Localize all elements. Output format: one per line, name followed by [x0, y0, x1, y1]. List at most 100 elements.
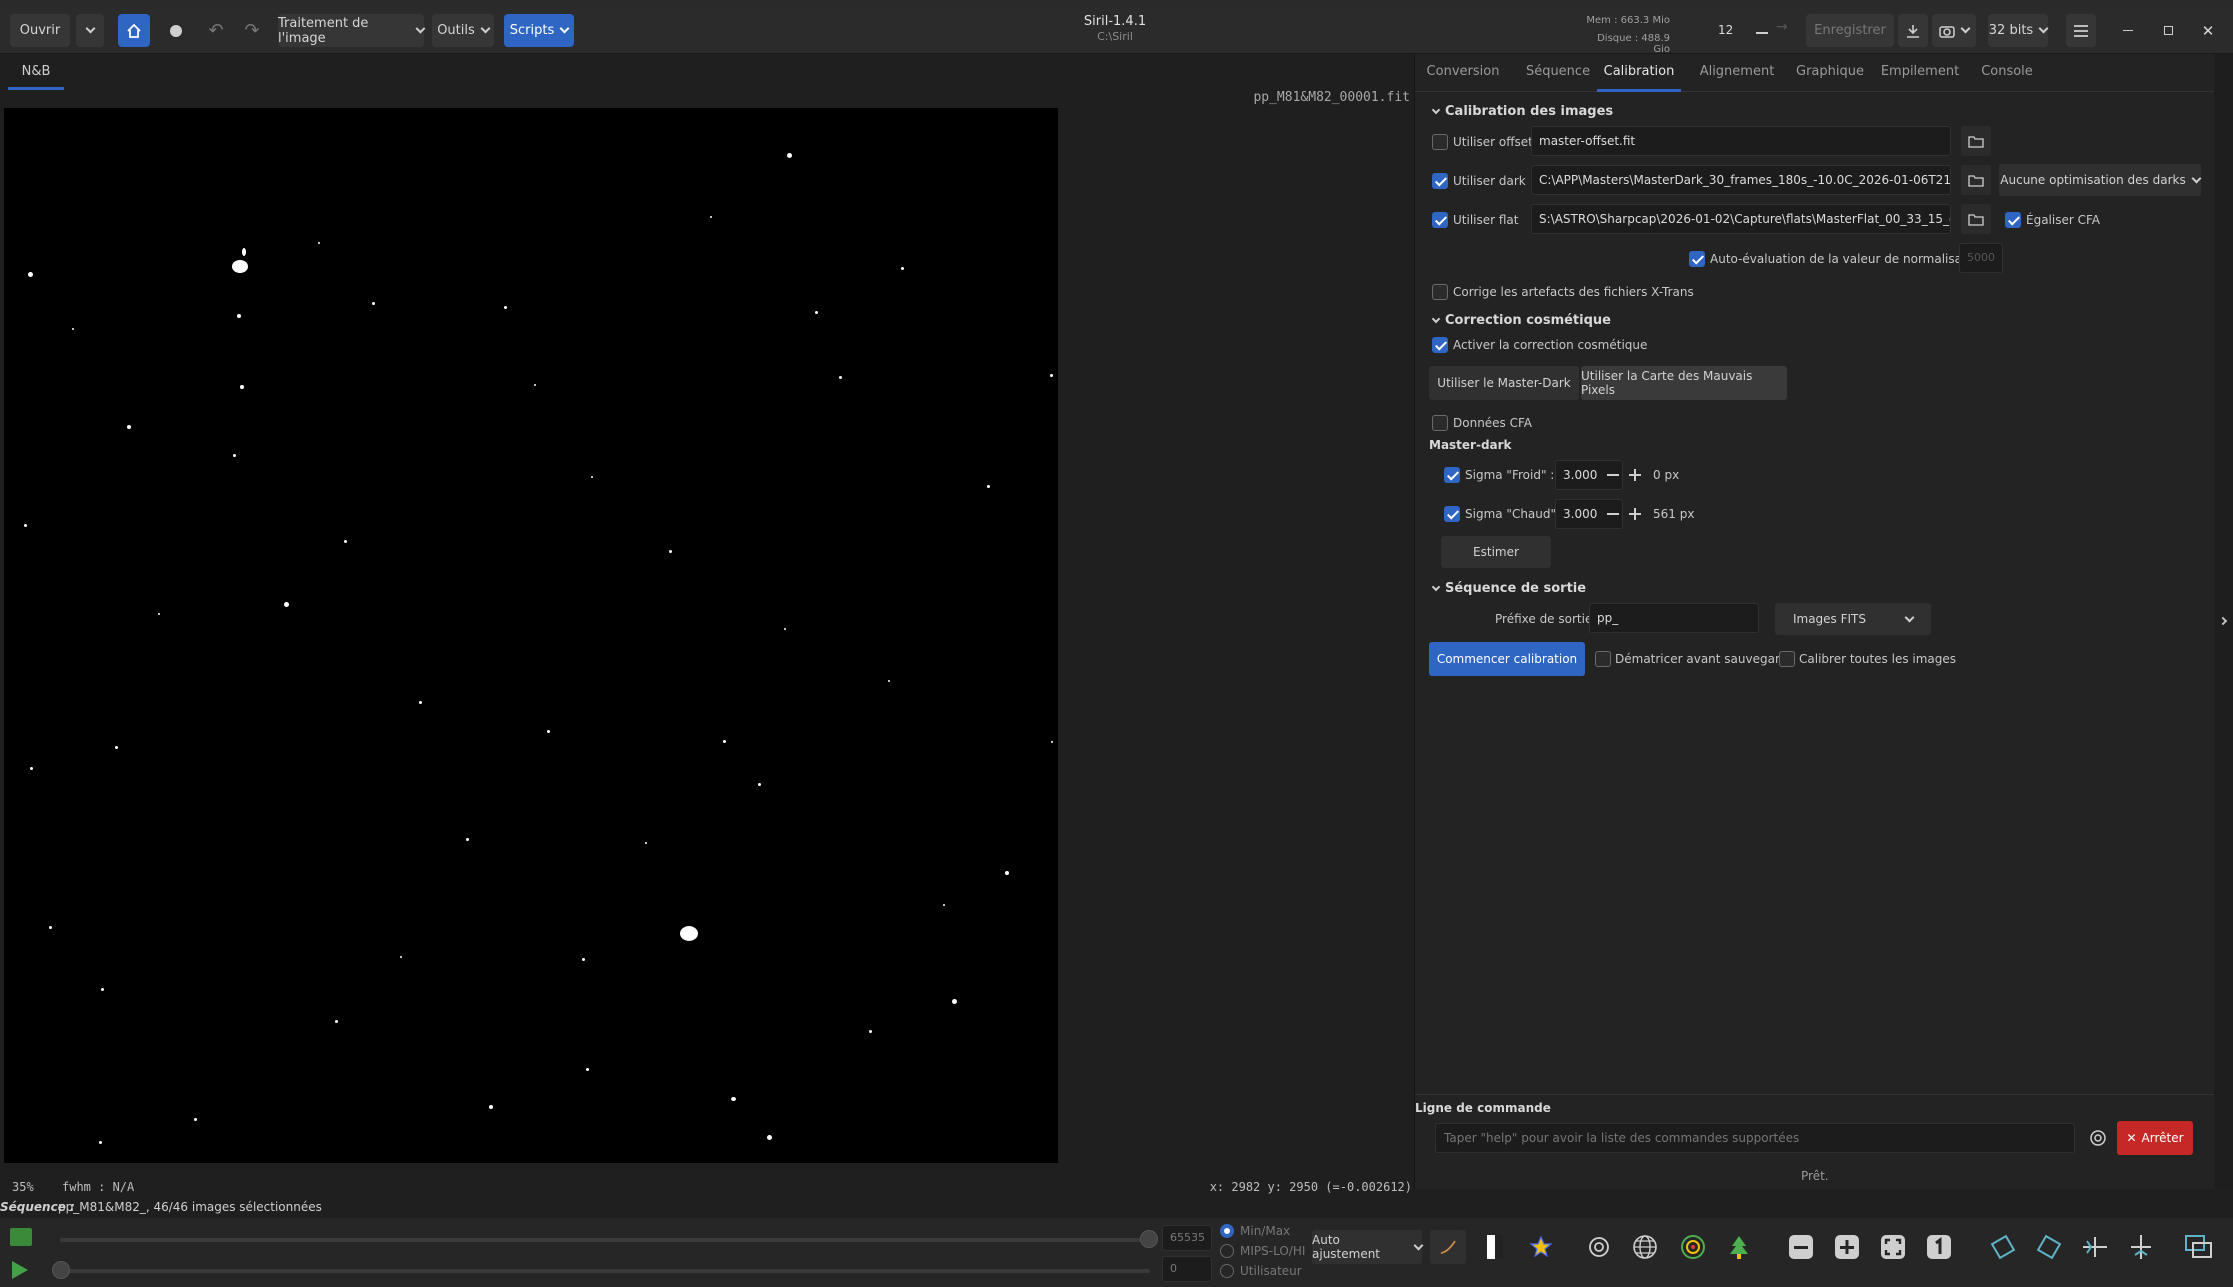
- open-dropdown-button[interactable]: [76, 14, 104, 47]
- zoom-in-button[interactable]: [1830, 1230, 1864, 1264]
- histogram-icon[interactable]: [10, 1228, 32, 1246]
- auto-adjust-select[interactable]: Auto ajustement: [1312, 1230, 1424, 1264]
- bit-depth-menu[interactable]: 32 bits: [1988, 14, 2049, 47]
- max-slider-handle[interactable]: [1140, 1230, 1158, 1248]
- record-icon: [170, 24, 182, 37]
- mips-radio[interactable]: [1220, 1244, 1234, 1258]
- hamburger-menu-button[interactable]: [2066, 14, 2096, 47]
- play-icon[interactable]: [12, 1261, 28, 1279]
- minmax-radio[interactable]: [1220, 1224, 1234, 1238]
- use-master-dark-button[interactable]: Utiliser le Master-Dark: [1429, 366, 1579, 400]
- xtrans-checkbox[interactable]: [1432, 284, 1448, 300]
- debayer-checkbox[interactable]: [1595, 651, 1611, 667]
- star: [669, 550, 672, 553]
- min-value-field[interactable]: 0: [1162, 1256, 1212, 1282]
- crop-button[interactable]: [2182, 1230, 2216, 1264]
- snapshot-button[interactable]: [1932, 14, 1976, 47]
- rotate-left-button[interactable]: [1986, 1230, 2020, 1264]
- home-button[interactable]: [118, 14, 150, 47]
- dark-optimization-select[interactable]: Aucune optimisation des darks: [1999, 164, 2202, 196]
- command-input[interactable]: [1435, 1123, 2075, 1153]
- zoom-fit-button[interactable]: [1876, 1230, 1910, 1264]
- minus-icon[interactable]: [1754, 25, 1770, 41]
- close-button[interactable]: ✕: [2194, 14, 2222, 47]
- tab-sequence[interactable]: Séquence: [1515, 54, 1601, 92]
- plus-icon[interactable]: [1627, 506, 1643, 522]
- tab-stacking[interactable]: Empilement: [1873, 54, 1967, 92]
- star: [372, 302, 375, 305]
- max-value-field[interactable]: 65535: [1162, 1225, 1212, 1251]
- activate-cosmetic-checkbox[interactable]: [1432, 337, 1448, 353]
- minimize-button[interactable]: [2114, 14, 2142, 47]
- output-prefix-field[interactable]: pp_: [1589, 603, 1759, 633]
- estimate-button[interactable]: Estimer: [1441, 536, 1551, 568]
- use-dark-checkbox[interactable]: [1432, 173, 1448, 189]
- calibration-section-header[interactable]: Calibration des images: [1429, 104, 1613, 119]
- minus-icon[interactable]: [1605, 506, 1621, 522]
- tab-graph[interactable]: Graphique: [1787, 54, 1873, 92]
- redo-button[interactable]: ↷: [238, 14, 266, 47]
- tab-alignment[interactable]: Alignement: [1687, 54, 1787, 92]
- plus-icon[interactable]: [1627, 467, 1643, 483]
- browse-offset-button[interactable]: [1961, 126, 1991, 156]
- sigma-cold-checkbox[interactable]: [1444, 467, 1460, 483]
- star: [28, 272, 33, 277]
- panel-collapse-strip[interactable]: [2214, 54, 2233, 1189]
- output-section-header[interactable]: Séquence de sortie: [1429, 581, 1586, 596]
- photometry-button[interactable]: [1676, 1230, 1710, 1264]
- stop-button[interactable]: ✕ Arrêter: [2117, 1121, 2193, 1155]
- browse-dark-button[interactable]: [1961, 165, 1991, 195]
- record-button[interactable]: [160, 14, 192, 47]
- open-button[interactable]: Ouvrir: [10, 14, 70, 47]
- zoom-one-button[interactable]: [1922, 1230, 1956, 1264]
- maximize-button[interactable]: [2154, 14, 2182, 47]
- star: [784, 628, 786, 630]
- flat-file-field[interactable]: S:\ASTRO\Sharpcap\2026-01-02\Capture\fla…: [1531, 204, 1951, 234]
- normalization-value-field[interactable]: 5000: [1959, 243, 2003, 273]
- auto-normalization-checkbox[interactable]: [1689, 251, 1705, 267]
- use-bad-pixel-map-button[interactable]: Utiliser la Carte des Mauvais Pixels: [1581, 366, 1787, 400]
- image-info-button[interactable]: [1582, 1230, 1616, 1264]
- rotate-icon: [2036, 1234, 2062, 1260]
- browse-flat-button[interactable]: [1961, 204, 1991, 234]
- tools-menu[interactable]: Outils: [432, 14, 494, 47]
- min-slider[interactable]: [60, 1269, 1150, 1273]
- cosmetic-section-header[interactable]: Correction cosmétique: [1429, 313, 1611, 328]
- equalize-cfa-checkbox[interactable]: [2005, 212, 2021, 228]
- download-button[interactable]: [1898, 14, 1928, 47]
- image-processing-menu[interactable]: Traitement de l'image: [278, 14, 426, 47]
- tab-calibration-label: Calibration: [1603, 64, 1675, 79]
- tab-bw[interactable]: N&B: [8, 58, 64, 90]
- tab-conversion[interactable]: Conversion: [1417, 54, 1509, 92]
- mirror-x-button[interactable]: [2078, 1230, 2112, 1264]
- minus-icon[interactable]: [1605, 467, 1621, 483]
- rotate-right-button[interactable]: [2032, 1230, 2066, 1264]
- mirror-y-button[interactable]: [2124, 1230, 2158, 1264]
- image-canvas[interactable]: [4, 108, 1058, 1163]
- curve-button[interactable]: [1430, 1230, 1466, 1264]
- calibrate-all-checkbox[interactable]: [1779, 651, 1795, 667]
- plate-solve-button[interactable]: [1628, 1230, 1662, 1264]
- undo-button[interactable]: ↶: [202, 14, 230, 47]
- bw-toggle-button[interactable]: [1478, 1230, 1512, 1264]
- sigma-hot-checkbox[interactable]: [1444, 506, 1460, 522]
- min-slider-handle[interactable]: [52, 1261, 70, 1279]
- cfa-data-checkbox[interactable]: [1432, 415, 1448, 431]
- tab-calibration[interactable]: Calibration: [1597, 54, 1681, 92]
- dark-file-field[interactable]: C:\APP\Masters\MasterDark_30_frames_180s…: [1531, 165, 1951, 195]
- star-detect-button[interactable]: [1524, 1230, 1558, 1264]
- annotate-button[interactable]: [1722, 1230, 1756, 1264]
- use-flat-checkbox[interactable]: [1432, 212, 1448, 228]
- zoom-out-button[interactable]: [1784, 1230, 1818, 1264]
- user-radio[interactable]: [1220, 1264, 1234, 1278]
- star: [645, 842, 647, 844]
- output-format-select[interactable]: Images FITS: [1775, 603, 1931, 635]
- use-offset-checkbox[interactable]: [1432, 134, 1448, 150]
- tab-console[interactable]: Console: [1967, 54, 2047, 92]
- help-button[interactable]: [2083, 1123, 2113, 1153]
- offset-file-field[interactable]: master-offset.fit: [1531, 126, 1951, 156]
- max-slider[interactable]: [60, 1238, 1150, 1242]
- start-calibration-button[interactable]: Commencer calibration: [1429, 642, 1585, 676]
- save-button[interactable]: Enregistrer: [1806, 14, 1894, 47]
- scripts-menu[interactable]: Scripts: [504, 14, 574, 47]
